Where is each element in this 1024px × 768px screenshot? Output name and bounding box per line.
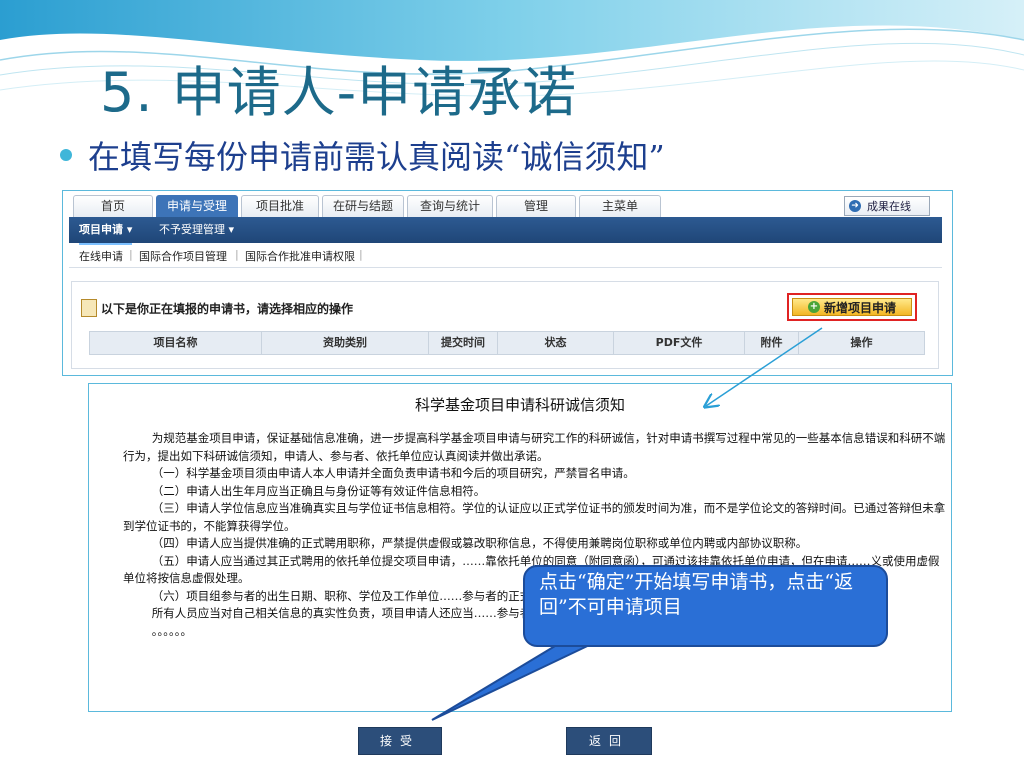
- subnav-intl-approval-permission[interactable]: 国际合作批准申请权限: [245, 248, 355, 264]
- col-project-name: 项目名称: [90, 332, 262, 354]
- notice-paragraph: （二）申请人出生年月应当正确且与身份证等有效证件信息相符。: [151, 483, 486, 498]
- notice-title: 科学基金项目申请科研诚信须知: [414, 396, 625, 414]
- subnav-intl-project-manage[interactable]: 国际合作项目管理: [139, 248, 227, 264]
- document-edit-icon: [81, 299, 97, 317]
- accept-button[interactable]: 接受: [358, 727, 442, 755]
- notice-paragraph: （一）科学基金项目须由申请人本人申请并全面负责申请书和今后的项目研究，严禁冒名申…: [151, 466, 635, 480]
- col-submit-time: 提交时间: [429, 332, 498, 354]
- col-attachment: 附件: [745, 332, 799, 354]
- notice-paragraph: 为规范基金项目申请，保证基础信息准确，进一步提高科学基金项目申请与研究工作的科研…: [123, 431, 946, 463]
- col-pdf-file: PDF文件: [614, 332, 745, 354]
- subnav-divider: |: [129, 248, 133, 261]
- sub-nav: 在线申请 | 国际合作项目管理 | 国际合作批准申请权限 |: [69, 243, 942, 268]
- new-application-button[interactable]: + 新增项目申请: [792, 298, 912, 316]
- instruction-hint-text: 以下是你正在填报的申请书，请选择相应的操作: [101, 301, 354, 316]
- notice-paragraph: （三）申请人学位信息应当准确真实且与学位证书信息相符。学位的认证应以正式学位证书…: [123, 501, 946, 533]
- subnav-divider: |: [359, 248, 363, 261]
- slide-title: 5. 申请人-申请承诺: [100, 61, 578, 124]
- tab-manage[interactable]: 管理: [496, 195, 576, 217]
- new-application-button-highlight: + 新增项目申请: [787, 293, 917, 321]
- results-online-label: 成果在线: [867, 200, 911, 213]
- main-tabs: 首页 申请与受理 项目批准 在研与结题 查询与统计 管理 主菜单: [73, 195, 664, 217]
- back-button[interactable]: 返回: [566, 727, 652, 755]
- bullet-text: 在填写每份申请前需认真阅读“诚信须知”: [88, 138, 665, 176]
- notice-paragraph: （四）申请人应当提供准确的正式聘用职称，严禁提供虚假或篡改职称信息，不得使用兼聘…: [151, 536, 808, 550]
- col-funding-type: 资助类别: [262, 332, 429, 354]
- tab-ongoing[interactable]: 在研与结题: [322, 195, 404, 217]
- nav-project-application[interactable]: 项目申请 ▾: [79, 217, 133, 245]
- col-status: 状态: [498, 332, 614, 354]
- subnav-online-apply[interactable]: 在线申请: [79, 248, 123, 264]
- new-application-label: 新增项目申请: [823, 300, 896, 315]
- nav-bar: 项目申请 ▾ 不予受理管理 ▾: [69, 217, 942, 245]
- arrow-right-icon: ➜: [849, 200, 861, 212]
- results-online-button[interactable]: ➜ 成果在线: [844, 196, 930, 216]
- tab-application[interactable]: 申请与受理: [156, 195, 238, 217]
- application-table-header: 项目名称 资助类别 提交时间 状态 PDF文件 附件 操作: [89, 331, 925, 355]
- subnav-divider: |: [235, 248, 239, 261]
- nav-rejection-manage[interactable]: 不予受理管理 ▾: [159, 217, 234, 243]
- tab-main-menu[interactable]: 主菜单: [579, 195, 661, 217]
- bullet-point: 在填写每份申请前需认真阅读“诚信须知”: [60, 132, 665, 178]
- tab-query[interactable]: 查询与统计: [407, 195, 493, 217]
- application-system-screenshot: 首页 申请与受理 项目批准 在研与结题 查询与统计 管理 主菜单 ➜ 成果在线 …: [62, 190, 953, 376]
- integrity-notice-panel: 科学基金项目申请科研诚信须知 为规范基金项目申请，保证基础信息准确，进一步提高科…: [88, 383, 952, 712]
- col-actions: 操作: [850, 336, 873, 349]
- tab-home[interactable]: 首页: [73, 195, 153, 217]
- tab-approval[interactable]: 项目批准: [241, 195, 319, 217]
- instruction-hint: 以下是你正在填报的申请书，请选择相应的操作: [81, 299, 353, 317]
- instruction-callout: 点击“确定”开始填写申请书，点击“返回”不可申请项目: [523, 565, 888, 647]
- plus-icon: +: [807, 301, 820, 313]
- bullet-dot-icon: [60, 149, 72, 161]
